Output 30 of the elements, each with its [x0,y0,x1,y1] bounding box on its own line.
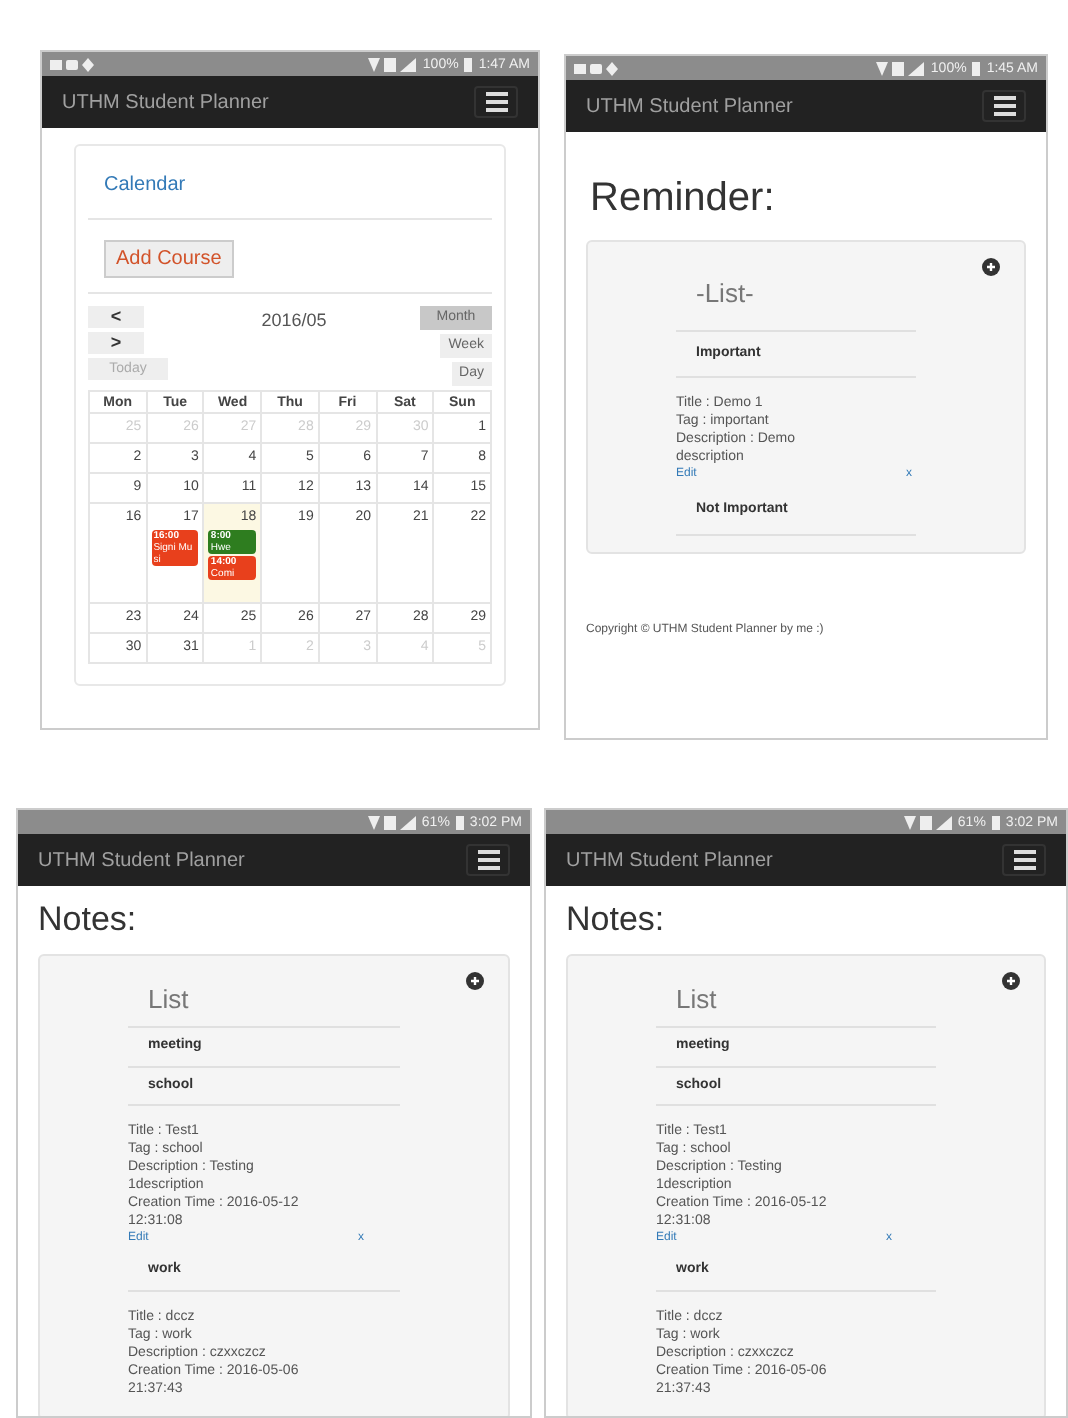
next-button[interactable]: > [88,332,144,354]
battery-icon [972,61,981,75]
app-title: UTHM Student Planner [566,847,773,875]
calendar-link[interactable]: Calendar [104,174,186,196]
app-title: UTHM Student Planner [586,93,793,121]
page-heading: Reminder: [588,174,777,224]
page-heading: Notes: [36,898,139,942]
plus-circle-icon [982,258,1000,276]
menu-button[interactable] [982,90,1026,122]
plus-circle-icon [1002,971,1020,989]
signal-icons-drawing [876,61,925,75]
signal-icons-drawing [903,815,952,829]
battery-icon [455,815,464,829]
page-heading: Notes: [564,898,667,942]
signal-icons-drawing [368,57,417,71]
list-title: List [656,975,936,1028]
app-title: UTHM Student Planner [62,89,269,117]
add-course-button[interactable]: Add Course [104,240,234,278]
period-title: 2016/05 [261,308,327,334]
list-title: List [128,975,400,1028]
app-title: UTHM Student Planner [38,847,245,875]
list-title: -List- [676,262,916,331]
menu-button[interactable] [474,86,518,118]
plus-circle-icon [466,971,484,989]
battery-icon [464,57,473,71]
signal-icons-drawing [367,815,416,829]
battery-icon [991,815,1000,829]
menu-button[interactable] [466,844,510,876]
previous-button[interactable]: < [88,306,144,328]
menu-button[interactable] [1002,844,1046,876]
